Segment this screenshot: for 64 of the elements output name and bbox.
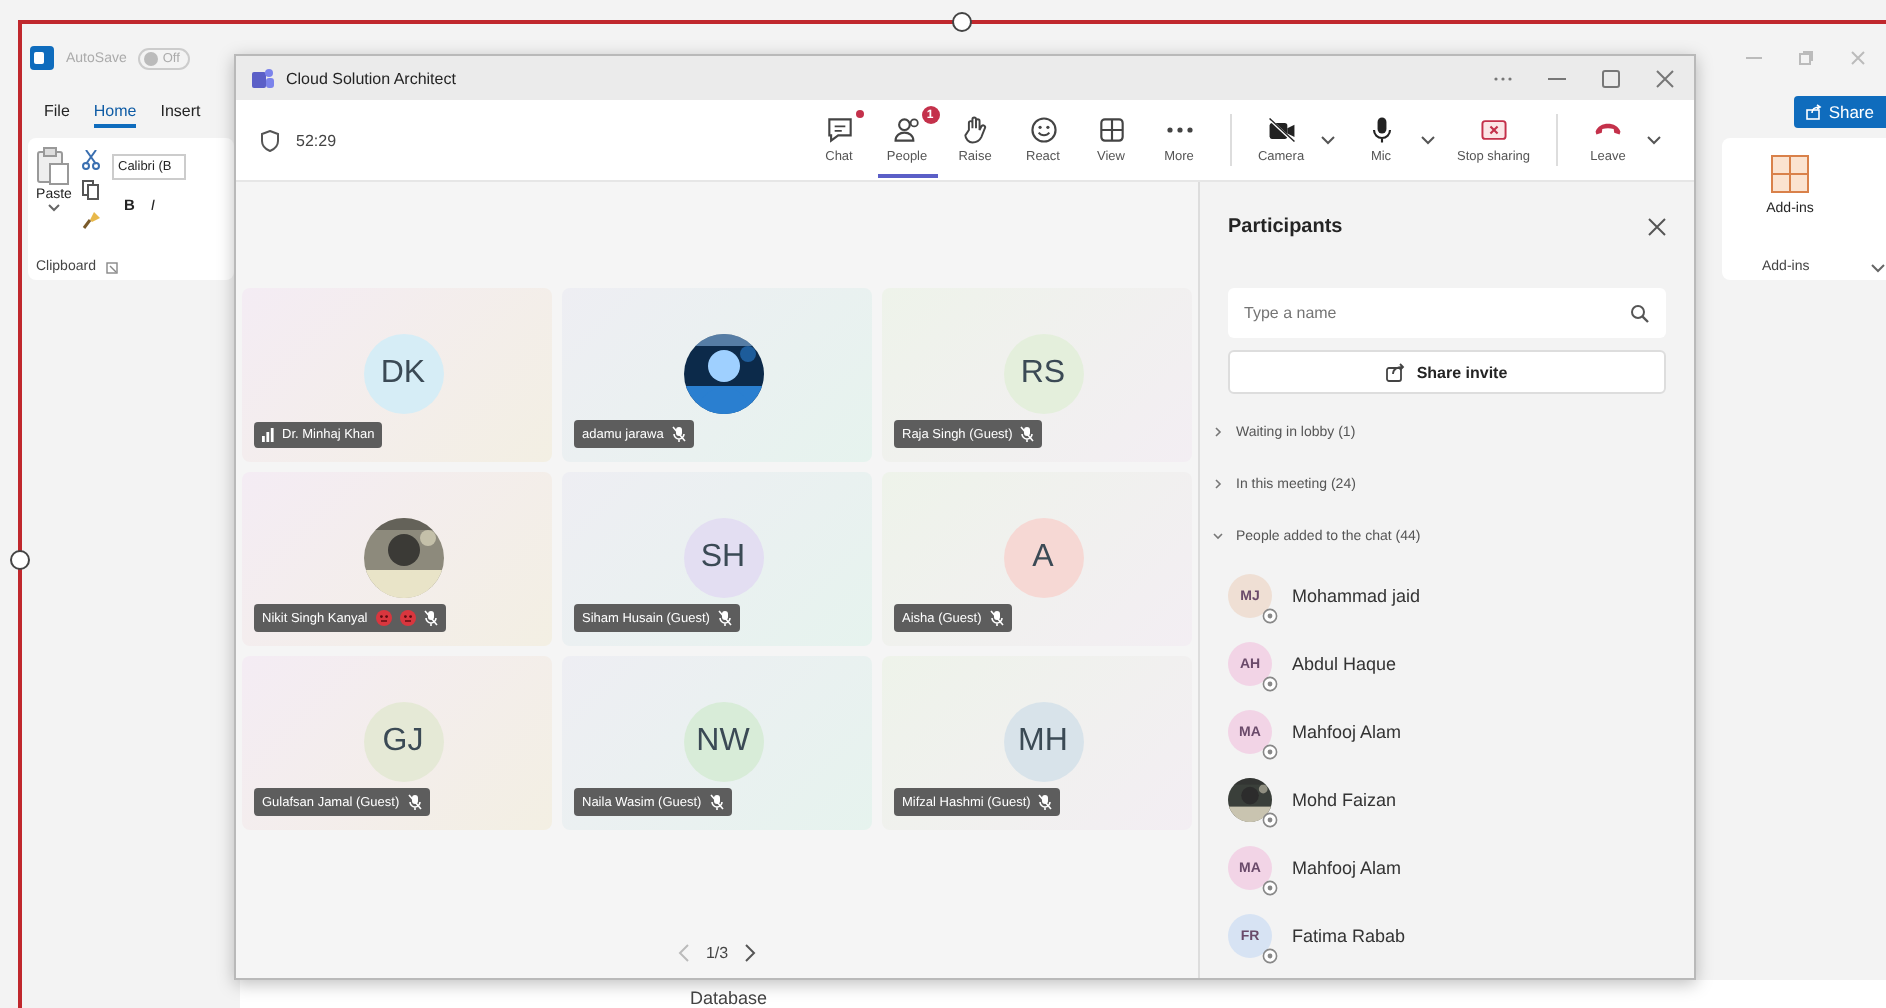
participant-name: Fatima Rabab: [1292, 926, 1406, 946]
avatar: A: [1003, 518, 1083, 598]
avatar: SH: [683, 518, 763, 598]
menu-tab[interactable]: File: [44, 97, 70, 127]
avatar: MH: [1003, 702, 1083, 782]
smiley-icon: [1027, 114, 1059, 146]
close-icon[interactable]: [1656, 69, 1674, 87]
resize-handle[interactable]: [952, 12, 972, 32]
participant-name: Mohammad jaid: [1292, 586, 1421, 606]
avatar: DK: [363, 334, 443, 414]
presence-icon: [1262, 744, 1278, 760]
meeting-timer: 52:29: [296, 131, 337, 149]
share-icon: [1386, 362, 1407, 382]
teams-icon: [252, 68, 274, 88]
resize-handle[interactable]: [10, 550, 30, 570]
brush-icon[interactable]: [82, 210, 102, 230]
participant-row[interactable]: Mohd Faizan: [1228, 766, 1666, 834]
paste-icon[interactable]: [36, 146, 72, 186]
chevron-down-icon[interactable]: [1419, 134, 1435, 146]
participant-name: Abdul Haque: [1292, 654, 1397, 674]
page-indicator: 1/3: [705, 944, 729, 962]
copy-icon[interactable]: [82, 180, 100, 200]
chevron-down-icon[interactable]: [1319, 134, 1335, 146]
add-ins-icon[interactable]: [1770, 154, 1810, 194]
avatar: NW: [683, 702, 763, 782]
search-input[interactable]: Type a name: [1244, 304, 1630, 322]
presence-icon: [1262, 812, 1278, 828]
presence-icon: [1262, 880, 1278, 896]
window-title: Cloud Solution Architect: [286, 69, 456, 87]
chevron-down-icon[interactable]: [1870, 261, 1886, 273]
panel-title: Participants: [1228, 216, 1343, 238]
launcher-icon[interactable]: [105, 261, 118, 273]
presence-icon: [1262, 608, 1278, 624]
hand-icon: [959, 114, 991, 146]
share-invite-button[interactable]: Share invite: [1228, 350, 1666, 394]
document-text: Database: [690, 988, 768, 1008]
close-icon[interactable]: [1648, 218, 1666, 236]
shield-icon: [260, 129, 280, 151]
grid-icon: [1095, 114, 1127, 146]
avatar: RS: [1003, 334, 1083, 414]
chevron-right-icon[interactable]: [744, 944, 757, 962]
app-icon: [30, 46, 54, 70]
scissors-icon[interactable]: [82, 150, 100, 170]
presence-icon: [1262, 948, 1278, 964]
menu-tab[interactable]: Home: [93, 97, 137, 127]
share-button[interactable]: Share: [1794, 96, 1886, 128]
chevron-down-icon[interactable]: [48, 204, 60, 212]
people-icon: [891, 114, 923, 146]
more-icon: [1165, 126, 1193, 134]
search-icon[interactable]: [1630, 303, 1650, 323]
avatar: GJ: [363, 702, 443, 782]
participant-name: Mahfooj Alam: [1292, 858, 1402, 878]
more-icon[interactable]: [1494, 75, 1512, 81]
maximize-icon[interactable]: [1602, 69, 1620, 87]
participant-name: Mohd Faizan: [1292, 790, 1397, 810]
stop-sharing-icon: [1477, 114, 1510, 146]
camera-off-icon: [1265, 114, 1297, 146]
share-icon: [1806, 104, 1823, 120]
chat-bubble-icon: [823, 114, 855, 146]
menu-tab[interactable]: Insert: [160, 97, 201, 127]
participant-name: Mahfooj Alam: [1292, 722, 1402, 742]
search-field[interactable]: Type a name: [1228, 288, 1666, 338]
chevron-down-icon[interactable]: [1646, 134, 1662, 146]
presence-icon: [1262, 676, 1278, 692]
